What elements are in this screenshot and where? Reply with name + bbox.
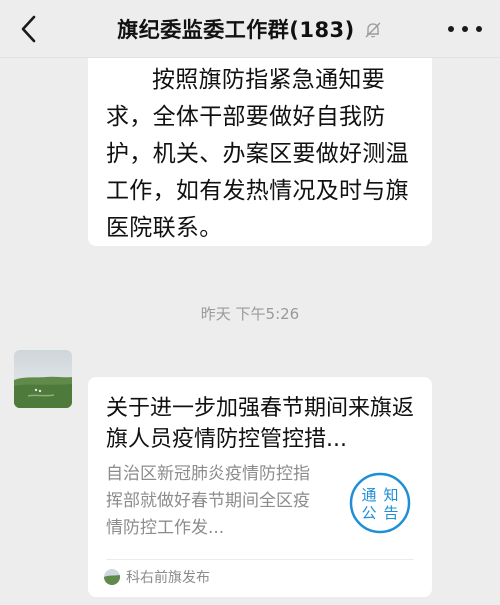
- notice-thumbnail: 通 知 公 告: [348, 471, 412, 535]
- source-logo-icon: [104, 569, 120, 585]
- svg-text:告: 告: [383, 504, 398, 522]
- bell-off-icon: [363, 20, 383, 40]
- svg-text:知: 知: [383, 486, 398, 504]
- back-button[interactable]: [14, 14, 42, 44]
- more-dot: [462, 26, 468, 32]
- article-title: 关于进一步加强春节期间来旗返旗人员疫情防控管控措...: [106, 396, 414, 452]
- more-options-button[interactable]: [448, 20, 482, 38]
- article-description: 自治区新冠肺炎疫情防控指挥部就做好春节期间全区疫情防控工作发...: [106, 464, 310, 538]
- message-timestamp: 昨天 下午5:26: [200, 305, 300, 323]
- card-divider: [106, 559, 414, 560]
- more-dot: [476, 26, 482, 32]
- more-dot: [448, 26, 454, 32]
- article-body: 自治区新冠肺炎疫情防控指挥部就做好春节期间全区疫情防控工作发... 通 知 公 …: [106, 461, 414, 542]
- text-message-content: 按照旗防指紧急通知要求，全体干部要做好自我防护，机关、办案区要做好测温工作，如有…: [106, 67, 409, 241]
- chat-title-group[interactable]: 旗纪委监委工作群(183): [117, 14, 383, 44]
- article-source[interactable]: 科右前旗发布: [104, 567, 210, 587]
- chevron-left-icon: [21, 15, 36, 43]
- svg-text:通: 通: [361, 486, 376, 504]
- text-message-bubble[interactable]: 按照旗防指紧急通知要求，全体干部要做好自我防护，机关、办案区要做好测温工作，如有…: [88, 58, 432, 246]
- svg-text:公: 公: [361, 504, 376, 522]
- chat-header: 旗纪委监委工作群(183): [0, 0, 500, 58]
- sender-avatar[interactable]: [14, 350, 72, 408]
- article-card[interactable]: 关于进一步加强春节期间来旗返旗人员疫情防控管控措... 自治区新冠肺炎疫情防控指…: [88, 377, 432, 597]
- chat-title: 旗纪委监委工作群(183): [117, 17, 355, 42]
- source-name: 科右前旗发布: [126, 570, 210, 586]
